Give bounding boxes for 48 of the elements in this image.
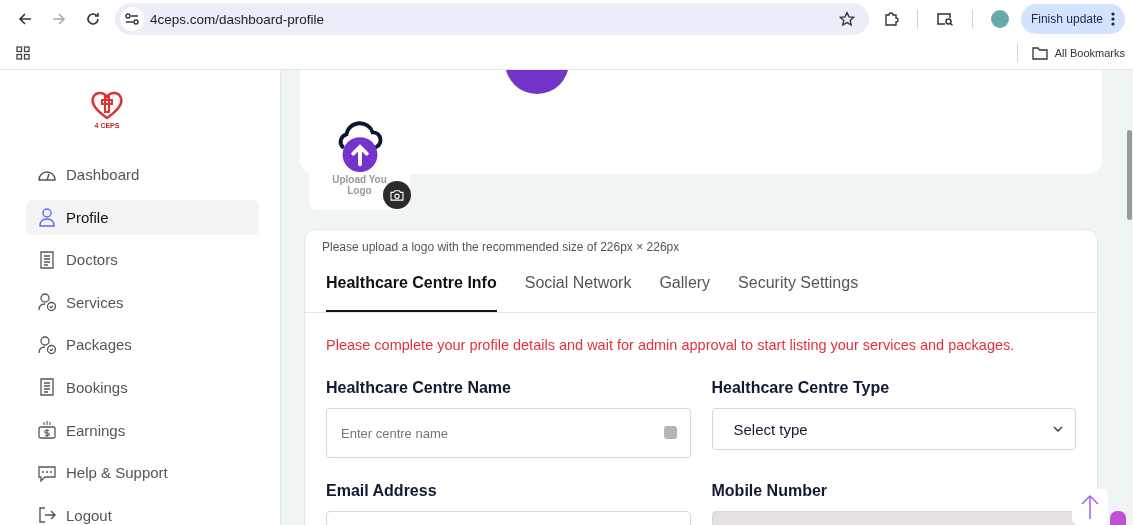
sidebar-item[interactable]: Help & Support [26,455,259,491]
reload-icon[interactable] [85,11,101,27]
site-settings-icon[interactable] [120,7,144,31]
screen-search-icon[interactable] [935,11,954,27]
profile-avatar[interactable] [990,10,1009,28]
finish-update-button[interactable]: Finish update [1020,4,1125,34]
star-icon[interactable] [838,11,855,27]
field-label: Healthcare Centre Type [711,379,891,397]
tab[interactable]: Healthcare Centre Info [326,274,497,312]
sidebar-item[interactable]: Packages [26,327,259,363]
tab[interactable]: Gallery [659,274,711,312]
url-text: 4ceps.com/dashboard-profile [150,11,326,27]
sidebar-item[interactable]: Logout [26,497,259,525]
puzzle-icon[interactable] [882,11,899,27]
address-bar[interactable]: 4ceps.com/dashboard-profile [115,3,869,35]
select-field[interactable]: Select type [711,408,1076,450]
more-icon [1111,12,1115,26]
camera-icon [390,189,404,201]
field-label: Email Address [326,482,438,500]
chevron-down-icon [1053,426,1063,432]
logout-icon [37,505,57,525]
arrow-up-icon [1080,494,1100,520]
user-check-icon [37,334,57,355]
document-icon [37,249,57,270]
document-icon [37,377,57,398]
upload-logo-label: Upload You Logo [332,174,387,196]
tab[interactable]: Social Network [524,274,632,312]
all-bookmarks-button[interactable]: All Bookmarks [1031,46,1125,60]
back-icon[interactable] [17,11,33,27]
approval-notice: Please complete your profile details and wait for admin approval to start listing your services and packages. [326,337,1016,353]
field-label: Healthcare Centre Name [326,379,512,397]
scrollbar-thumb[interactable] [1127,130,1132,220]
input-field[interactable]: Enter centre name [326,408,691,458]
user-icon [37,207,57,228]
sidebar-item[interactable]: Dashboard [26,157,259,192]
folder-icon [1031,46,1048,60]
money-icon [37,420,57,441]
user-check-icon [37,292,57,313]
sidebar-item[interactable]: Bookings [26,369,259,405]
heart-cross-icon [90,90,124,120]
logo-size-hint: Please upload a logo with the recommended size of 226px × 226px [321,239,681,254]
sidebar-item[interactable]: Doctors [26,242,259,278]
sidebar-item[interactable]: Profile [26,199,259,235]
field-label: Mobile Number [711,482,829,500]
apps-grid-icon[interactable] [16,46,30,60]
sidebar-item[interactable]: Services [26,284,259,320]
tab[interactable]: Security Settings [738,274,859,312]
sidebar-item[interactable]: Earnings [26,412,259,448]
